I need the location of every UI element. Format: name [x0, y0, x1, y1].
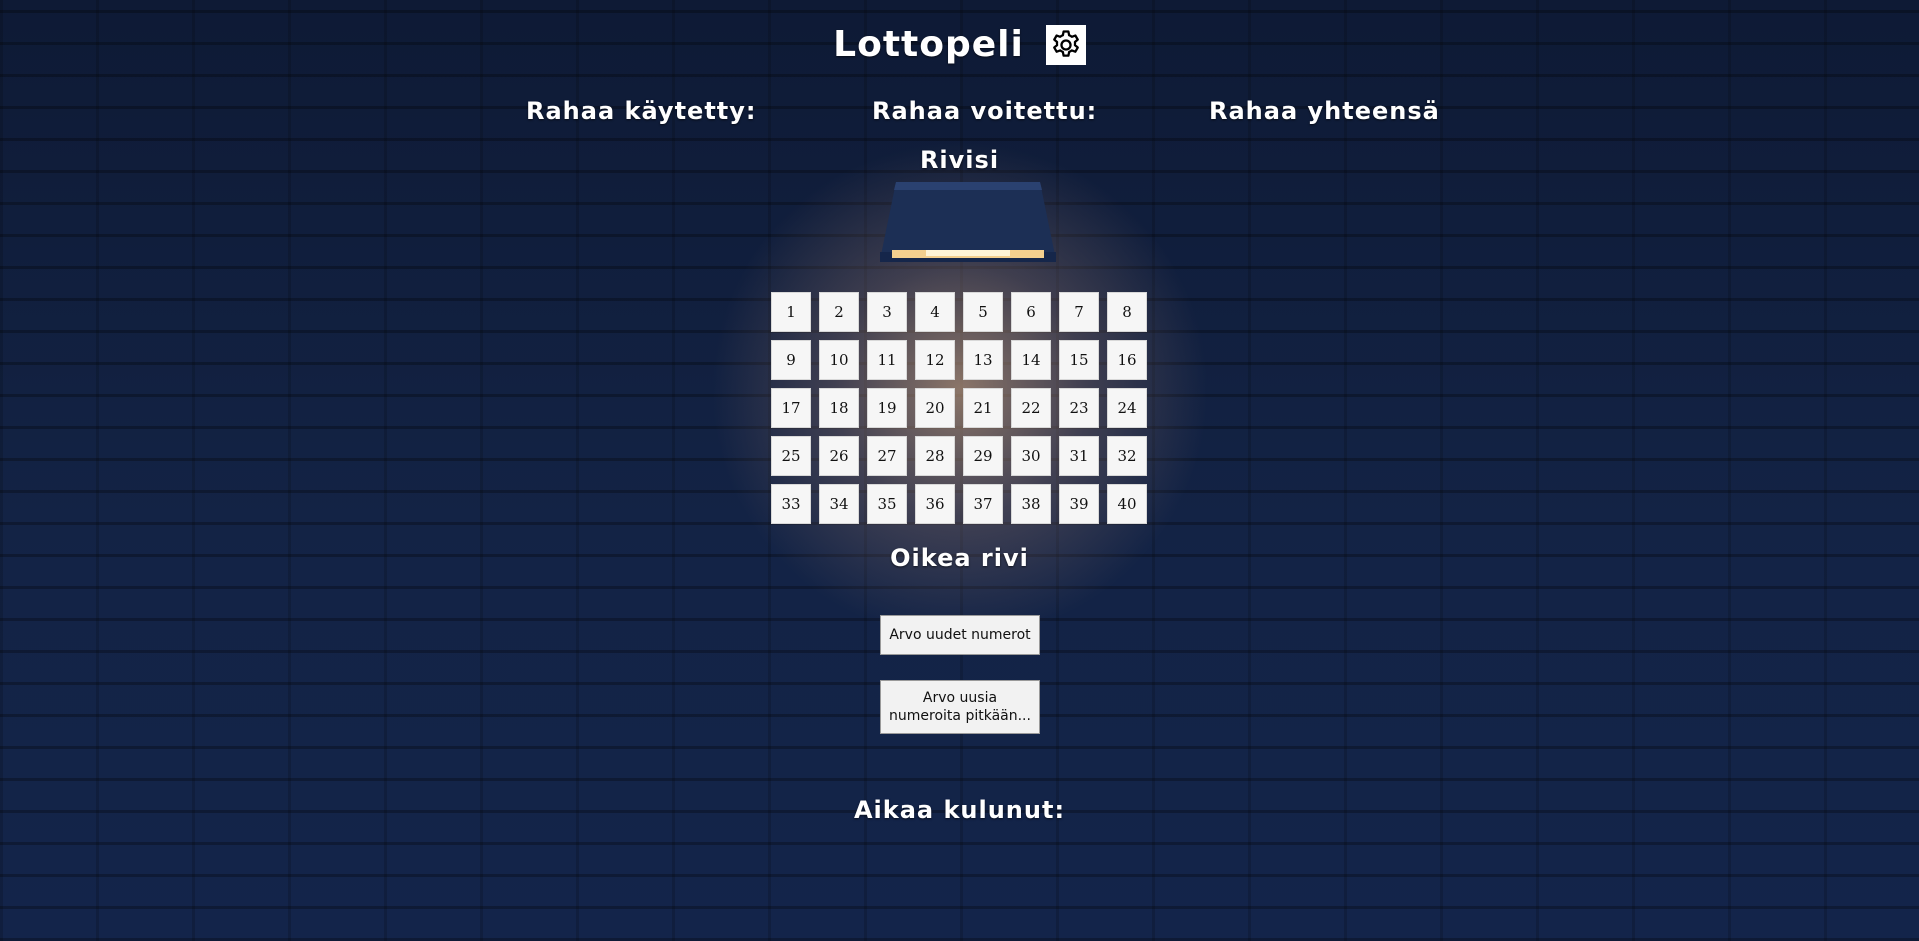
number-cell[interactable]: 39	[1059, 484, 1099, 524]
number-cell[interactable]: 20	[915, 388, 955, 428]
number-cell[interactable]: 28	[915, 436, 955, 476]
number-cell[interactable]: 15	[1059, 340, 1099, 380]
number-cell[interactable]: 32	[1107, 436, 1147, 476]
number-cell[interactable]: 17	[771, 388, 811, 428]
number-cell[interactable]: 5	[963, 292, 1003, 332]
correct-row-heading: Oikea rivi	[890, 544, 1029, 572]
title-row: Lottopeli	[0, 24, 1919, 65]
number-cell[interactable]: 4	[915, 292, 955, 332]
number-cell[interactable]: 19	[867, 388, 907, 428]
number-cell[interactable]: 9	[771, 340, 811, 380]
settings-button[interactable]	[1045, 24, 1086, 65]
number-cell[interactable]: 31	[1059, 436, 1099, 476]
number-cell[interactable]: 29	[963, 436, 1003, 476]
number-cell[interactable]: 16	[1107, 340, 1147, 380]
number-cell[interactable]: 21	[963, 388, 1003, 428]
number-cell[interactable]: 12	[915, 340, 955, 380]
number-cell[interactable]: 34	[819, 484, 859, 524]
number-cell[interactable]: 11	[867, 340, 907, 380]
number-cell[interactable]: 27	[867, 436, 907, 476]
number-cell[interactable]: 3	[867, 292, 907, 332]
number-cell[interactable]: 10	[819, 340, 859, 380]
number-cell[interactable]: 22	[1011, 388, 1051, 428]
money-spent-label: Rahaa käytetty:	[526, 97, 757, 125]
number-cell[interactable]: 18	[819, 388, 859, 428]
number-cell[interactable]: 25	[771, 436, 811, 476]
number-cell[interactable]: 37	[963, 484, 1003, 524]
number-cell[interactable]: 8	[1107, 292, 1147, 332]
number-cell[interactable]: 24	[1107, 388, 1147, 428]
number-cell[interactable]: 23	[1059, 388, 1099, 428]
number-cell[interactable]: 1	[771, 292, 811, 332]
number-cell[interactable]: 13	[963, 340, 1003, 380]
time-elapsed-label: Aikaa kulunut:	[853, 796, 1066, 824]
page-title: Lottopeli	[833, 24, 1024, 65]
number-cell[interactable]: 7	[1059, 292, 1099, 332]
gear-icon	[1052, 29, 1079, 57]
number-cell[interactable]: 36	[915, 484, 955, 524]
wall-lamp-image	[880, 182, 1056, 262]
number-cell[interactable]: 2	[819, 292, 859, 332]
money-won-label: Rahaa voitettu:	[872, 97, 1098, 125]
number-cell[interactable]: 38	[1011, 484, 1051, 524]
number-cell[interactable]: 14	[1011, 340, 1051, 380]
draw-numbers-long-button[interactable]: Arvo uusia numeroita pitkään...	[880, 680, 1040, 734]
number-cell[interactable]: 35	[867, 484, 907, 524]
draw-new-numbers-button[interactable]: Arvo uudet numerot	[880, 615, 1040, 655]
number-cell[interactable]: 26	[819, 436, 859, 476]
number-cell[interactable]: 40	[1107, 484, 1147, 524]
number-cell[interactable]: 30	[1011, 436, 1051, 476]
number-grid: 1 2 3 4 5 6 7 8 9 10 11 12 13 14 15 16 17 18 19 20 21 22 23 24 2…	[771, 292, 1147, 524]
number-cell[interactable]: 6	[1011, 292, 1051, 332]
your-row-heading: Rivisi	[919, 146, 1000, 174]
money-total-label: Rahaa yhteensä	[1209, 97, 1440, 125]
number-cell[interactable]: 33	[771, 484, 811, 524]
